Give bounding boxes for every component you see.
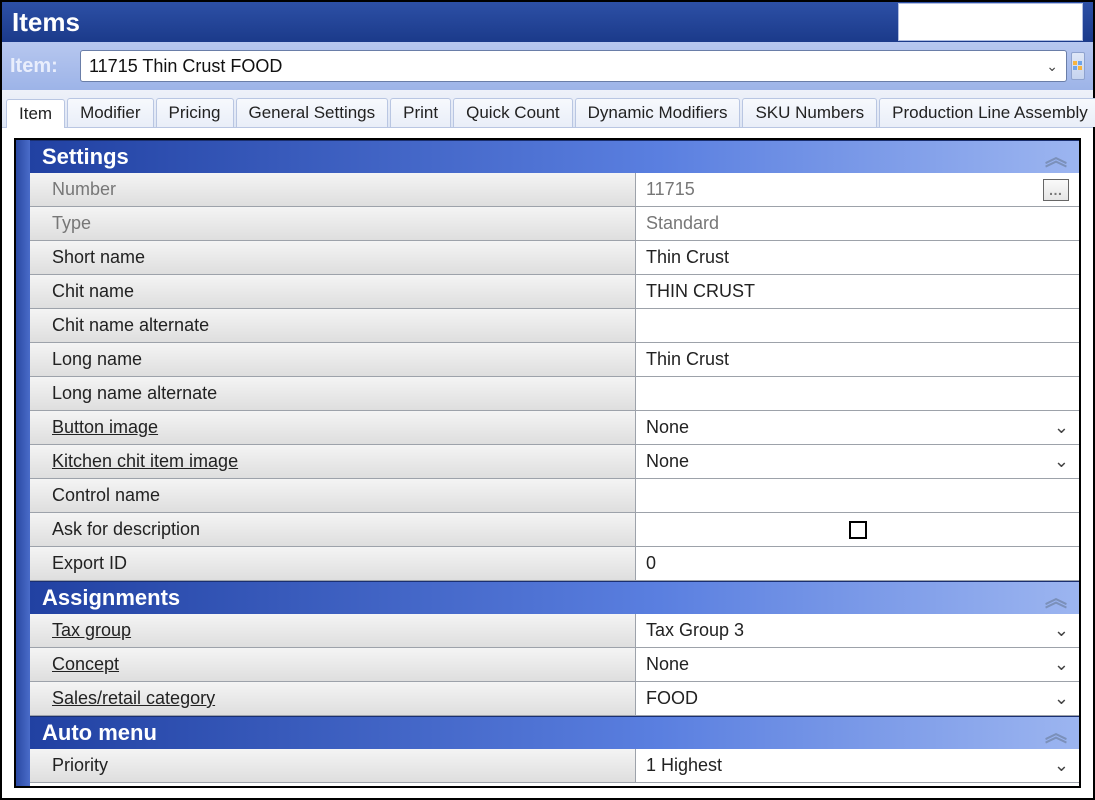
value-sales-category[interactable]: FOOD ⌄ <box>636 682 1079 715</box>
value-tax-group-text: Tax Group 3 <box>646 620 744 641</box>
label-priority: Priority <box>30 749 636 782</box>
chevron-down-icon: ⌄ <box>1054 755 1069 776</box>
value-long-name[interactable]: Thin Crust <box>636 343 1079 376</box>
row-concept: Concept None ⌄ <box>30 648 1079 682</box>
value-chit-alt[interactable] <box>636 309 1079 342</box>
collapse-icon: ︽ <box>1045 593 1067 604</box>
panel-border: Settings ︽ Number 11715 … Type Standard … <box>14 138 1081 788</box>
tab-dynamic-modifiers[interactable]: Dynamic Modifiers <box>575 98 741 127</box>
value-long-alt[interactable] <box>636 377 1079 410</box>
title-bar: Items <box>2 2 1093 42</box>
value-priority-text: 1 Highest <box>646 755 722 776</box>
chevron-down-icon: ⌄ <box>1046 58 1058 75</box>
panel-accent-strip <box>16 140 30 786</box>
chevron-down-icon: ⌄ <box>1054 417 1069 438</box>
item-selector-aux-button[interactable] <box>1071 52 1085 80</box>
value-export-id[interactable]: 0 <box>636 547 1079 580</box>
item-selector-dropdown[interactable]: 11715 Thin Crust FOOD ⌄ <box>80 50 1067 82</box>
tab-strip: Item Modifier Pricing General Settings P… <box>2 90 1093 128</box>
label-tax-group: Tax group <box>30 614 636 647</box>
ellipsis-button[interactable]: … <box>1043 179 1069 201</box>
label-kitchen-image: Kitchen chit item image <box>30 445 636 478</box>
row-priority: Priority 1 Highest ⌄ <box>30 749 1079 783</box>
row-type: Type Standard <box>30 207 1079 241</box>
grid-icon <box>1073 61 1083 71</box>
value-kitchen-image-text: None <box>646 451 689 472</box>
label-export-id: Export ID <box>30 547 636 580</box>
value-control-name[interactable] <box>636 479 1079 512</box>
tab-item[interactable]: Item <box>6 99 65 128</box>
value-button-image[interactable]: None ⌄ <box>636 411 1079 444</box>
row-number: Number 11715 … <box>30 173 1079 207</box>
row-chit-name: Chit name THIN CRUST <box>30 275 1079 309</box>
item-selector-row: Item: 11715 Thin Crust FOOD ⌄ <box>2 42 1093 90</box>
label-type: Type <box>30 207 636 240</box>
label-long-name: Long name <box>30 343 636 376</box>
panel-area: Settings ︽ Number 11715 … Type Standard … <box>2 128 1093 798</box>
row-export-id: Export ID 0 <box>30 547 1079 581</box>
value-sales-category-text: FOOD <box>646 688 698 709</box>
tab-print[interactable]: Print <box>390 98 451 127</box>
collapse-icon: ︽ <box>1045 152 1067 163</box>
value-chit-name[interactable]: THIN CRUST <box>636 275 1079 308</box>
row-button-image: Button image None ⌄ <box>30 411 1079 445</box>
value-tax-group[interactable]: Tax Group 3 ⌄ <box>636 614 1079 647</box>
section-header-assignments[interactable]: Assignments ︽ <box>30 581 1079 614</box>
item-selector-value: 11715 Thin Crust FOOD <box>89 56 282 77</box>
section-title-assignments: Assignments <box>42 585 180 611</box>
tab-pricing[interactable]: Pricing <box>156 98 234 127</box>
value-number-text: 11715 <box>646 179 695 200</box>
tab-modifier[interactable]: Modifier <box>67 98 153 127</box>
chevron-down-icon: ⌄ <box>1054 654 1069 675</box>
tab-sku-numbers[interactable]: SKU Numbers <box>742 98 877 127</box>
row-sales-category: Sales/retail category FOOD ⌄ <box>30 682 1079 716</box>
value-number[interactable]: 11715 … <box>636 173 1079 206</box>
value-ask-description[interactable] <box>636 513 1079 546</box>
row-tax-group: Tax group Tax Group 3 ⌄ <box>30 614 1079 648</box>
value-type[interactable]: Standard <box>636 207 1079 240</box>
value-short-name[interactable]: Thin Crust <box>636 241 1079 274</box>
chevron-down-icon: ⌄ <box>1054 620 1069 641</box>
row-kitchen-image: Kitchen chit item image None ⌄ <box>30 445 1079 479</box>
collapse-icon: ︽ <box>1045 728 1067 739</box>
row-chit-alt: Chit name alternate <box>30 309 1079 343</box>
row-short-name: Short name Thin Crust <box>30 241 1079 275</box>
section-header-auto-menu[interactable]: Auto menu ︽ <box>30 716 1079 749</box>
label-chit-alt: Chit name alternate <box>30 309 636 342</box>
tab-production-line-assembly[interactable]: Production Line Assembly <box>879 98 1095 127</box>
value-concept[interactable]: None ⌄ <box>636 648 1079 681</box>
chevron-down-icon: ⌄ <box>1054 688 1069 709</box>
label-long-alt: Long name alternate <box>30 377 636 410</box>
section-header-settings[interactable]: Settings ︽ <box>30 140 1079 173</box>
title-right-box <box>898 3 1083 41</box>
label-ask-description: Ask for description <box>30 513 636 546</box>
value-button-image-text: None <box>646 417 689 438</box>
row-ask-description: Ask for description <box>30 513 1079 547</box>
label-button-image: Button image <box>30 411 636 444</box>
label-number: Number <box>30 173 636 206</box>
tab-quick-count[interactable]: Quick Count <box>453 98 573 127</box>
label-chit-name: Chit name <box>30 275 636 308</box>
sections-container: Settings ︽ Number 11715 … Type Standard … <box>30 140 1079 786</box>
tab-general-settings[interactable]: General Settings <box>236 98 389 127</box>
value-concept-text: None <box>646 654 689 675</box>
value-priority[interactable]: 1 Highest ⌄ <box>636 749 1079 782</box>
label-concept: Concept <box>30 648 636 681</box>
row-long-name: Long name Thin Crust <box>30 343 1079 377</box>
value-kitchen-image[interactable]: None ⌄ <box>636 445 1079 478</box>
section-title-auto-menu: Auto menu <box>42 720 157 746</box>
checkbox-ask-description[interactable] <box>849 521 867 539</box>
row-control-name: Control name <box>30 479 1079 513</box>
section-title-settings: Settings <box>42 144 129 170</box>
item-selector-label: Item: <box>10 55 80 78</box>
window-title: Items <box>12 7 80 38</box>
label-control-name: Control name <box>30 479 636 512</box>
label-sales-category: Sales/retail category <box>30 682 636 715</box>
chevron-down-icon: ⌄ <box>1054 451 1069 472</box>
row-long-alt: Long name alternate <box>30 377 1079 411</box>
label-short-name: Short name <box>30 241 636 274</box>
